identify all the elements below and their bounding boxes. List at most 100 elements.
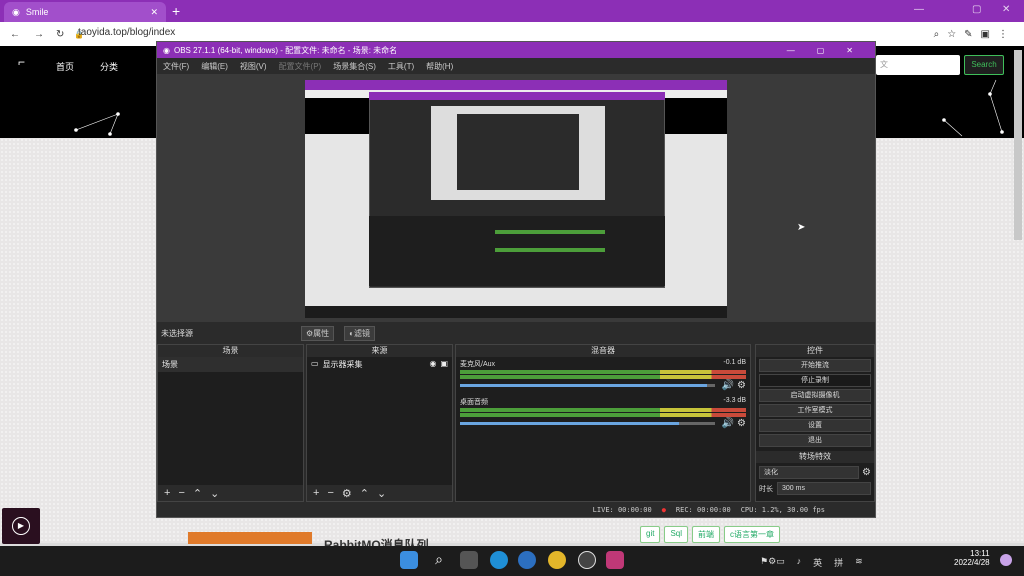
task-view-icon[interactable] (460, 551, 478, 569)
volume-meter (460, 370, 746, 374)
tray-icons[interactable]: ⚑⚙▭ (760, 556, 785, 569)
gear-icon[interactable]: ⚙ (862, 467, 871, 478)
lock-icon[interactable]: ▣ (440, 359, 448, 370)
menu-edit[interactable]: 编辑(E) (201, 61, 228, 72)
cpu-status: CPU: 1.2%, 30.00 fps (740, 505, 825, 514)
minimize-icon[interactable]: — (914, 4, 924, 15)
mixer-channel-mic: 麦克风/Aux -0.1 dB 🔊 ⚙ (456, 357, 750, 391)
ime-mode[interactable]: 拼 (834, 556, 843, 569)
close-tab-icon[interactable]: ✕ (150, 7, 158, 18)
add-icon[interactable]: + (313, 487, 319, 499)
move-up-icon[interactable]: ⌃ (360, 487, 369, 500)
tag[interactable]: Sql (664, 526, 689, 543)
wifi-icon[interactable]: ≋ (855, 556, 863, 569)
maximize-icon[interactable]: ▢ (972, 4, 981, 15)
duration-input[interactable]: 300 ms (777, 482, 871, 495)
close-window-icon[interactable]: ✕ (1002, 4, 1010, 15)
transition-select[interactable]: 淡化 (759, 466, 860, 479)
menu-tools[interactable]: 工具(T) (388, 61, 414, 72)
obs-taskbar-icon[interactable] (578, 551, 596, 569)
channel-name: 桌面音频 (460, 399, 488, 406)
tag[interactable]: git (640, 526, 661, 543)
mic-icon[interactable]: ♪ (797, 556, 802, 569)
scenes-dock: 场景 场景 + − ⌃ ⌄ (157, 344, 304, 502)
chrome-icon[interactable] (548, 551, 566, 569)
scenes-footer: + − ⌃ ⌄ (158, 485, 303, 501)
system-tray: ⚑⚙▭ ♪ 英 拼 ≋ (760, 556, 863, 569)
volume-slider[interactable] (460, 422, 715, 425)
studio-mode-button[interactable]: 工作室模式 (759, 404, 871, 417)
virtual-camera-button[interactable]: 启动虚拟摄像机 (759, 389, 871, 402)
eye-icon[interactable]: ◉ (429, 359, 436, 370)
blog-search-input[interactable]: 文 (876, 55, 960, 75)
edge-beta-icon[interactable] (518, 551, 536, 569)
gear-icon[interactable]: ⚙ (737, 380, 746, 391)
menu-view[interactable]: 视图(V) (240, 61, 267, 72)
settings-button[interactable]: 设置 (759, 419, 871, 432)
menu-file[interactable]: 文件(F) (163, 61, 189, 72)
tag-list: git Sql 前端 c语言第一章 (640, 526, 781, 543)
remove-icon[interactable]: − (178, 487, 184, 499)
url-text[interactable]: taoyida.top/blog/index (78, 27, 175, 38)
controls-header: 控件 (756, 345, 874, 357)
article-thumbnail[interactable] (188, 532, 312, 544)
volume-slider[interactable] (460, 384, 715, 387)
gear-icon[interactable]: ⚙ (342, 487, 352, 500)
exit-button[interactable]: 退出 (759, 434, 871, 447)
scene-item[interactable]: 场景 (158, 357, 303, 372)
reload-icon[interactable]: ↻ (56, 29, 64, 40)
edge-icon[interactable] (490, 551, 508, 569)
windows-start-icon[interactable] (400, 551, 418, 569)
intellij-icon[interactable] (606, 551, 624, 569)
search-icon[interactable]: ⌕ (430, 551, 448, 569)
menu-profile[interactable]: 配置文件(P) (279, 61, 322, 72)
back-icon[interactable]: ← (10, 29, 20, 40)
properties-button[interactable]: ⚙属性 (301, 325, 335, 341)
clock[interactable]: 13:11 2022/4/28 (954, 549, 990, 567)
blog-logo[interactable]: ⌐ (18, 55, 25, 69)
stop-recording-button[interactable]: 停止录制 (759, 374, 871, 387)
clock-date: 2022/4/28 (954, 558, 990, 567)
filters-button[interactable]: ◐滤镜 (344, 325, 376, 341)
tag[interactable]: c语言第一章 (724, 526, 781, 543)
forward-icon[interactable]: → (34, 29, 44, 40)
tag[interactable]: 前端 (692, 526, 721, 543)
preview-canvas[interactable] (305, 80, 727, 318)
menu-help[interactable]: 帮助(H) (426, 61, 453, 72)
remove-icon[interactable]: − (327, 487, 333, 499)
menu-scene-collection[interactable]: 场景集合(S) (333, 61, 376, 72)
ime-lang[interactable]: 英 (813, 556, 822, 569)
transitions-header: 转场特效 (756, 451, 874, 463)
extension-icons[interactable]: ⌕☆✎▣⋮ (934, 29, 1016, 40)
speaker-icon[interactable]: 🔊 (722, 418, 734, 429)
speaker-icon[interactable]: 🔊 (722, 380, 734, 391)
notification-icon[interactable] (1000, 554, 1012, 566)
channel-name: 麦克风/Aux (460, 361, 496, 368)
move-down-icon[interactable]: ⌄ (210, 487, 219, 500)
nav-home[interactable]: 首页 (56, 60, 74, 73)
gear-icon[interactable]: ⚙ (737, 418, 746, 429)
video-player-widget[interactable]: ▶ (2, 508, 40, 544)
blog-search-button[interactable]: Search (964, 55, 1004, 75)
nav-category[interactable]: 分类 (100, 60, 118, 73)
source-toolbar: 未选择源 ⚙属性 ◐滤镜 (157, 324, 875, 342)
obs-logo-icon: ◉ (163, 45, 170, 55)
clock-time: 13:11 (970, 549, 990, 558)
monitor-icon: ▭ (311, 359, 319, 368)
move-up-icon[interactable]: ⌃ (193, 487, 202, 500)
add-icon[interactable]: + (164, 487, 170, 499)
volume-meter (460, 413, 746, 417)
new-tab-button[interactable]: + (172, 3, 180, 19)
channel-db: -3.3 dB (723, 397, 746, 404)
no-source-label: 未选择源 (161, 328, 193, 338)
play-icon[interactable]: ▶ (12, 517, 30, 535)
move-down-icon[interactable]: ⌄ (377, 487, 386, 500)
obs-window-controls[interactable]: —▢✕ (787, 46, 875, 55)
live-status: LIVE: 00:00:00 (592, 505, 652, 514)
obs-titlebar: ◉ OBS 27.1.1 (64-bit, windows) - 配置文件: 未… (157, 42, 875, 58)
browser-tab[interactable]: ◉ Smile ✕ (4, 2, 166, 22)
start-streaming-button[interactable]: 开始推流 (759, 359, 871, 372)
source-item[interactable]: ▭ 显示器采集 ◉ ▣ (307, 357, 452, 372)
volume-meter (460, 375, 746, 379)
page-scrollbar[interactable] (1014, 50, 1022, 240)
